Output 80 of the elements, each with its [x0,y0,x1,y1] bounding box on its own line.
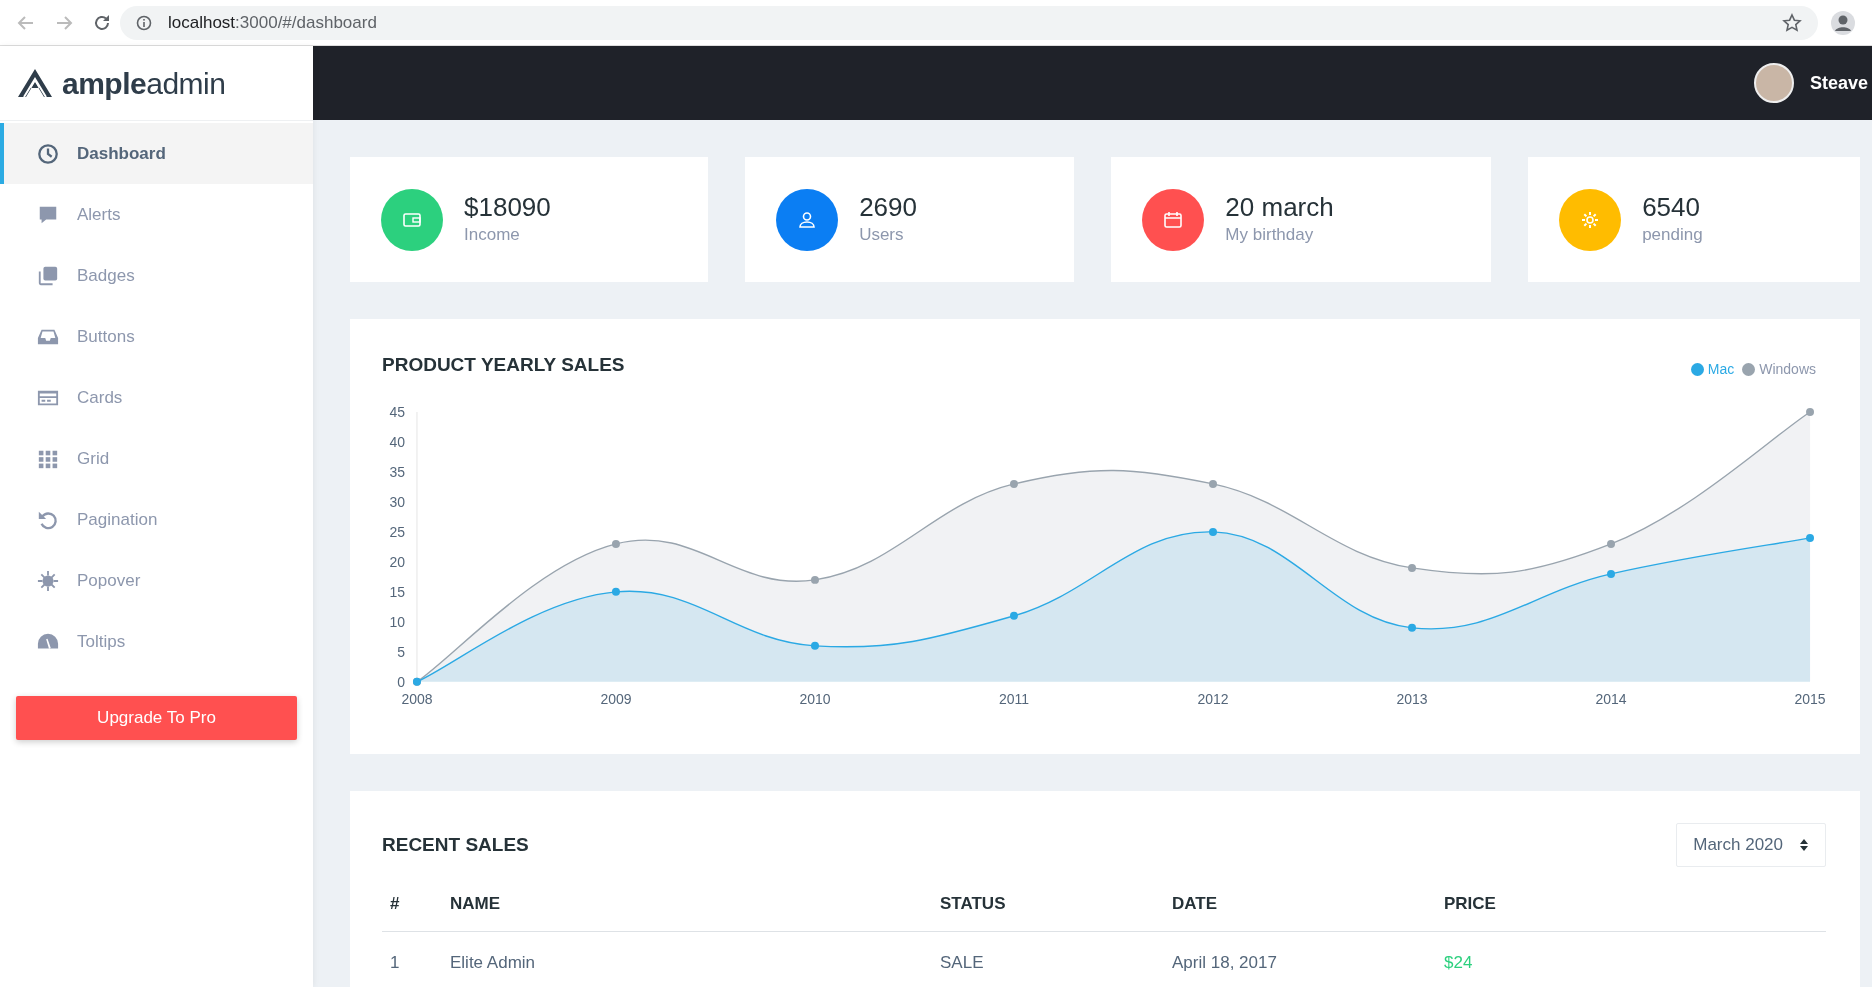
data-point [1607,540,1615,549]
stat-label: My birthday [1225,223,1315,246]
sidebar-item[interactable]: Cards [0,367,313,428]
x-tick-label: 2010 [799,691,831,708]
upgrade-button[interactable]: Upgrade To Pro [16,696,297,740]
info-icon [136,14,152,31]
table-cell: Elite Admin [442,931,932,987]
sort-caret-icon [1799,838,1809,853]
data-point [1806,408,1815,417]
chart-title: PRODUCT YEARLY SALES [382,353,625,378]
stat-value: 6540 [1642,192,1701,222]
table-cell: SALE [932,931,1164,987]
y-tick-label: 10 [389,614,405,631]
sidebar-item[interactable]: Popover [0,550,313,611]
column-header: DATE [1164,877,1436,932]
y-tick-label: 30 [389,494,405,511]
stat-value: 20 march [1225,192,1334,222]
data-point [1209,528,1217,537]
y-tick-label: 45 [389,404,405,421]
column-header: NAME [442,877,932,932]
sidebar-item[interactable]: Alerts [0,184,313,245]
table-cell: 1 [382,931,442,987]
column-header: PRICE [1436,877,1826,932]
star-icon[interactable] [1782,12,1802,33]
stat-label: Income [464,223,521,246]
gear-icon [37,569,59,592]
section-title: RECENT SALES [382,833,529,858]
table-cell: April 18, 2017 [1164,931,1436,987]
data-point [1408,624,1416,633]
data-point [1010,480,1018,489]
data-point [811,642,819,651]
y-tick-label: 0 [397,674,405,691]
sidebar-item[interactable]: Buttons [0,306,313,367]
y-tick-label: 25 [389,524,405,541]
y-tick-label: 5 [397,644,405,661]
user-name[interactable]: Steave [1809,69,1868,97]
calendar-icon [1163,209,1184,230]
stat-label: Users [859,223,905,246]
x-tick-label: 2013 [1396,691,1428,708]
data-point [611,540,620,549]
data-point [1607,570,1615,579]
y-tick-label: 15 [389,584,405,601]
stat-value: $18090 [464,192,551,222]
x-tick-label: 2014 [1595,691,1627,708]
stat-label: pending [1642,223,1703,246]
avatar [1753,63,1794,104]
legend-item: Windows [1742,359,1816,381]
column-header: # [382,877,442,932]
data-point [811,576,819,585]
legend-item: Mac [1690,359,1735,381]
profile-icon[interactable] [1830,9,1856,36]
y-tick-label: 20 [389,554,405,571]
data-point [1010,612,1018,621]
sidebar-item[interactable]: Pagination [0,489,313,550]
clock-icon [37,142,59,165]
period-select[interactable]: March 2020 [1676,823,1826,868]
x-tick-label: 2015 [1794,691,1826,708]
url-text[interactable]: localhost:3000/#/dashboard [168,9,377,36]
gear-icon [1580,209,1601,230]
data-point [611,588,620,597]
data-point [1806,534,1815,543]
data-point [1209,480,1217,489]
x-tick-label: 2009 [600,691,632,708]
x-tick-label: 2012 [1197,691,1229,708]
user-icon [797,209,818,230]
x-tick-label: 2008 [401,691,433,708]
stacked-squares-icon [37,264,59,287]
stat-value: 2690 [859,192,917,222]
data-point [1408,564,1416,573]
sidebar-item[interactable]: Grid [0,428,313,489]
x-tick-label: 2011 [998,691,1030,708]
sidebar-item[interactable]: Toltips [0,611,313,672]
y-tick-label: 40 [389,434,405,451]
table-cell: $24 [1436,931,1826,987]
sidebar-item[interactable]: Dashboard [0,123,313,184]
logo-text[interactable]: ampleadmin [62,60,226,106]
y-tick-label: 35 [389,464,405,481]
logo-mountain-icon [16,67,54,99]
column-header: STATUS [932,877,1164,932]
sidebar-item[interactable]: Badges [0,245,313,306]
